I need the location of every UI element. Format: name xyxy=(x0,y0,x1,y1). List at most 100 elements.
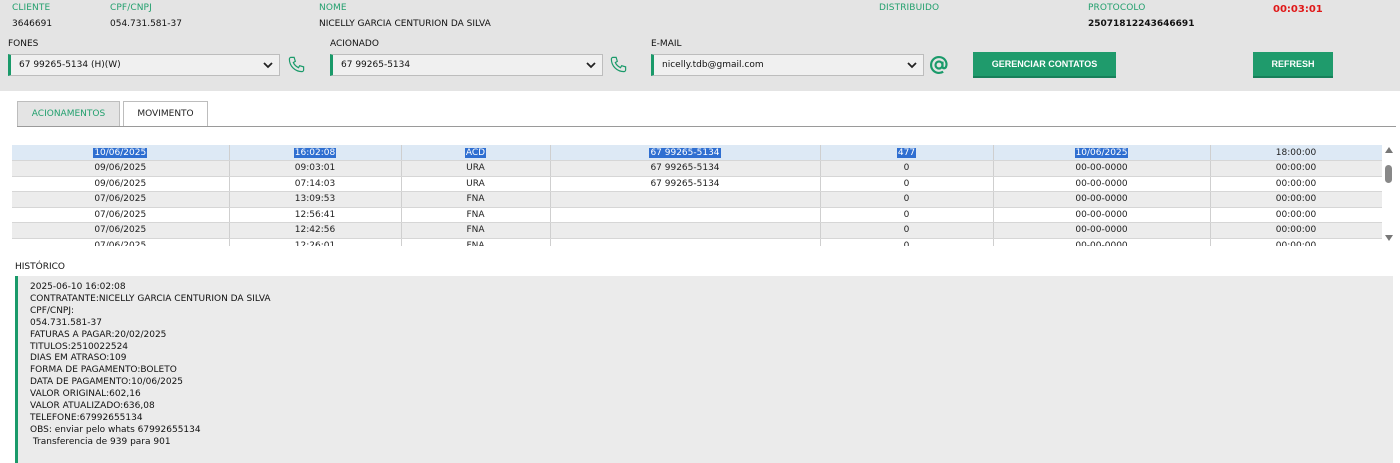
tab-movimento[interactable]: MOVIMENTO xyxy=(123,101,208,127)
chevron-down-icon xyxy=(586,62,596,69)
table-cell: 10/06/2025 xyxy=(993,145,1211,161)
scroll-up-icon[interactable] xyxy=(1385,147,1393,153)
phone-icon[interactable] xyxy=(609,55,628,74)
scroll-down-icon[interactable] xyxy=(1385,235,1393,241)
table-row[interactable]: 09/06/2025 07:14:03 URA 67 99265-5134 0 00-00… xyxy=(12,176,1382,192)
table-cell: 67 99265-5134 xyxy=(550,145,821,161)
table-cell xyxy=(550,222,821,239)
phone-icon[interactable] xyxy=(287,55,306,74)
table-cell: 16:02:08 xyxy=(229,145,402,161)
selected-text: 10/06/2025 xyxy=(1074,147,1129,158)
table-cell: 13:09:53 xyxy=(229,191,402,208)
cliente-label: CLIENTE xyxy=(12,3,51,13)
table-cell: 00:00:00 xyxy=(1210,222,1382,239)
email-select-value: nicelly.tdb@gmail.com xyxy=(662,60,764,70)
table-row[interactable]: 07/06/2025 12:26:01 FNA 0 00-00-0000 00:00:00 xyxy=(12,238,1382,246)
table-cell: 00-00-0000 xyxy=(993,222,1211,239)
grid-scrollbar[interactable] xyxy=(1382,145,1396,246)
table-cell: 67 99265-5134 xyxy=(550,160,821,177)
table-row[interactable]: 07/06/2025 13:09:53 FNA 0 00-00-0000 00:00:00 xyxy=(12,191,1382,208)
table-cell: 0 xyxy=(820,176,994,192)
table-cell: 07/06/2025 xyxy=(12,207,230,223)
table-cell xyxy=(550,207,821,223)
table-cell: 00:00:00 xyxy=(1210,160,1382,177)
acionamentos-table: 10/06/2025 16:02:08 ACD 67 99265-5134 477 10/… xyxy=(12,145,1382,246)
table-cell: FNA xyxy=(401,222,551,239)
table-cell: 00-00-0000 xyxy=(993,160,1211,177)
chevron-down-icon xyxy=(907,62,917,69)
table-cell: 0 xyxy=(820,207,994,223)
cliente-value: 3646691 xyxy=(12,19,53,29)
tab-divider xyxy=(17,126,1396,127)
selected-text: 477 xyxy=(896,147,917,158)
nome-label: NOME xyxy=(319,3,347,13)
table-row[interactable]: 10/06/2025 16:02:08 ACD 67 99265-5134 477 10/… xyxy=(12,145,1382,161)
table-cell: 09:03:01 xyxy=(229,160,402,177)
table-cell: 477 xyxy=(820,145,994,161)
chevron-down-icon xyxy=(263,62,273,69)
table-cell: URA xyxy=(401,176,551,192)
acionado-label: ACIONADO xyxy=(330,39,379,49)
table-cell xyxy=(550,191,821,208)
table-cell: FNA xyxy=(401,238,551,246)
table-cell: 07/06/2025 xyxy=(12,191,230,208)
table-cell: 00:00:00 xyxy=(1210,191,1382,208)
selected-text: 10/06/2025 xyxy=(93,147,148,158)
session-timer: 00:03:01 xyxy=(1273,4,1323,15)
at-icon[interactable] xyxy=(929,55,949,75)
acionado-select[interactable]: 67 99265-5134 xyxy=(330,54,603,76)
table-cell: 10/06/2025 xyxy=(12,145,230,161)
acionamentos-grid: 10/06/2025 16:02:08 ACD 67 99265-5134 477 10/… xyxy=(12,145,1382,246)
protocolo-label: PROTOCOLO xyxy=(1088,3,1146,13)
fones-select[interactable]: 67 99265-5134 (H)(W) xyxy=(8,54,280,76)
table-cell xyxy=(550,238,821,246)
table-cell: 0 xyxy=(820,191,994,208)
table-cell: 12:26:01 xyxy=(229,238,402,246)
table-cell: 0 xyxy=(820,160,994,177)
selected-text: 16:02:08 xyxy=(293,147,337,158)
table-cell: 18:00:00 xyxy=(1210,145,1382,161)
protocolo-value: 25071812243646691 xyxy=(1088,19,1195,29)
scroll-thumb[interactable] xyxy=(1385,165,1392,183)
historico-text: 2025-06-10 16:02:08 CONTRATANTE:NICELLY … xyxy=(15,276,1393,463)
cpf-label: CPF/CNPJ xyxy=(110,3,152,13)
table-cell: 12:56:41 xyxy=(229,207,402,223)
table-cell: 67 99265-5134 xyxy=(550,176,821,192)
table-cell: 00-00-0000 xyxy=(993,207,1211,223)
email-label: E-MAIL xyxy=(651,39,682,49)
acionado-select-value: 67 99265-5134 xyxy=(341,60,411,70)
table-cell: ACD xyxy=(401,145,551,161)
nome-value: NICELLY GARCIA CENTURION DA SILVA xyxy=(319,19,491,29)
table-cell: 00:00:00 xyxy=(1210,207,1382,223)
cpf-value: 054.731.581-37 xyxy=(110,19,182,29)
table-row[interactable]: 07/06/2025 12:56:41 FNA 0 00-00-0000 00:00:00 xyxy=(12,207,1382,223)
fones-select-value: 67 99265-5134 (H)(W) xyxy=(19,60,121,70)
table-cell: URA xyxy=(401,160,551,177)
table-cell: 09/06/2025 xyxy=(12,160,230,177)
table-cell: FNA xyxy=(401,191,551,208)
header-bar: CLIENTE 3646691 CPF/CNPJ 054.731.581-37 … xyxy=(0,0,1400,91)
distribuido-label: DISTRIBUIDO xyxy=(879,3,940,13)
table-cell: 07/06/2025 xyxy=(12,222,230,239)
table-cell: 09/06/2025 xyxy=(12,176,230,192)
selected-text: ACD xyxy=(464,147,487,158)
table-row[interactable]: 09/06/2025 09:03:01 URA 67 99265-5134 0 00-00… xyxy=(12,160,1382,177)
table-cell: 00-00-0000 xyxy=(993,191,1211,208)
selected-text: 67 99265-5134 xyxy=(649,147,721,158)
table-cell: FNA xyxy=(401,207,551,223)
table-row[interactable]: 07/06/2025 12:42:56 FNA 0 00-00-0000 00:00:00 xyxy=(12,222,1382,239)
tab-acionamentos[interactable]: ACIONAMENTOS xyxy=(17,101,120,127)
table-cell: 00:00:00 xyxy=(1210,176,1382,192)
fones-label: FONES xyxy=(8,39,39,49)
historico-label: HISTÓRICO xyxy=(15,262,65,272)
table-cell: 0 xyxy=(820,238,994,246)
table-cell: 00-00-0000 xyxy=(993,176,1211,192)
email-select[interactable]: nicelly.tdb@gmail.com xyxy=(651,54,924,76)
table-cell: 00-00-0000 xyxy=(993,238,1211,246)
refresh-button[interactable]: REFRESH xyxy=(1253,52,1333,78)
table-cell: 07/06/2025 xyxy=(12,238,230,246)
table-cell: 12:42:56 xyxy=(229,222,402,239)
gerenciar-contatos-button[interactable]: GERENCIAR CONTATOS xyxy=(973,52,1116,78)
table-cell: 07:14:03 xyxy=(229,176,402,192)
table-cell: 0 xyxy=(820,222,994,239)
